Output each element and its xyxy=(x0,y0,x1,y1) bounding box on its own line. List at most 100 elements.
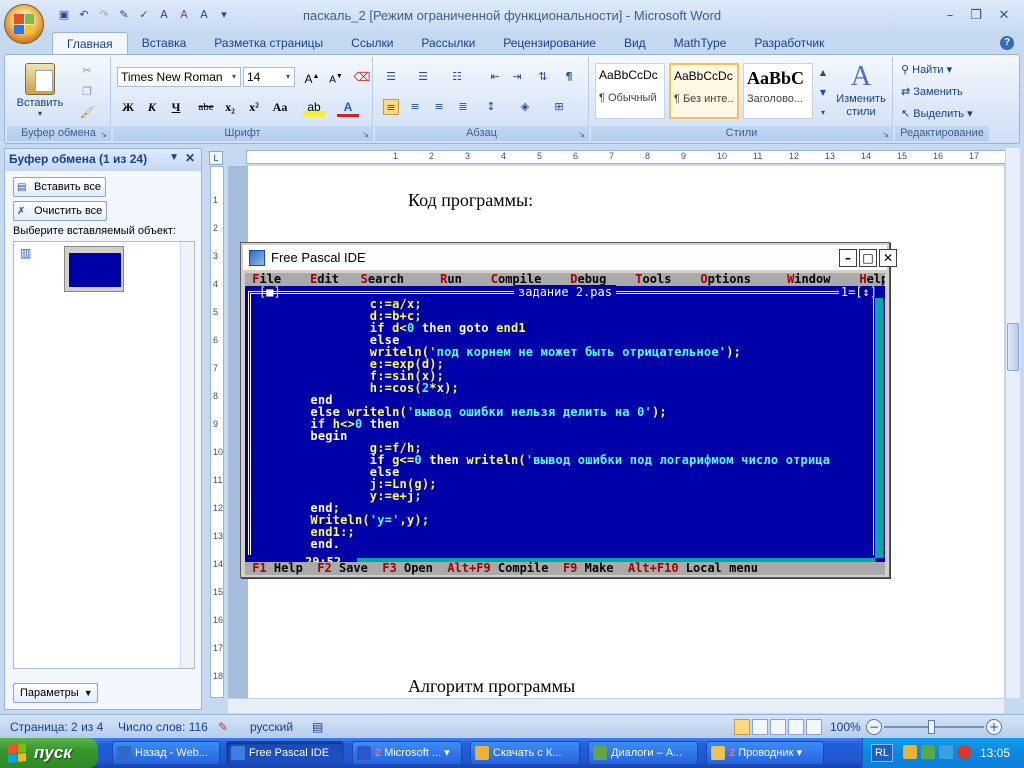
fp-status-item[interactable]: F9 Make xyxy=(563,561,614,575)
bullets-icon[interactable]: ☰ xyxy=(383,69,399,85)
sort-icon[interactable]: ⇅ xyxy=(535,69,551,85)
fp-menu-item[interactable]: Window xyxy=(787,273,830,286)
style-no-spacing[interactable]: AaBbCcDc ¶ Без инте... xyxy=(669,63,739,119)
clock[interactable]: 13:05 xyxy=(980,746,1010,760)
shrink-font-icon[interactable]: A▼ xyxy=(325,67,347,87)
start-button[interactable]: пуск xyxy=(0,738,98,768)
paste-all-button[interactable]: ▤ Вставить все xyxy=(13,177,107,197)
tray-network-icon[interactable] xyxy=(921,745,935,759)
page-count[interactable]: Страница: 2 из 4 xyxy=(10,720,103,734)
italic-button[interactable]: К xyxy=(141,97,163,117)
bold-button[interactable]: Ж xyxy=(117,97,139,117)
tab-references[interactable]: Ссылки xyxy=(337,32,407,54)
styles-scroll-down-icon[interactable]: ▼ xyxy=(815,85,831,101)
find-button[interactable]: ⚲ Найти ▾ xyxy=(901,63,952,76)
format-painter-icon[interactable]: 🖌 xyxy=(79,105,95,121)
fp-window-number[interactable]: 1=[↕] xyxy=(838,286,877,298)
full-screen-reading-icon[interactable] xyxy=(752,719,768,735)
tab-review[interactable]: Рецензирование xyxy=(489,32,610,54)
proofing-icon[interactable]: ✎ xyxy=(218,720,228,734)
draft-icon[interactable] xyxy=(806,719,822,735)
zoom-slider-thumb[interactable] xyxy=(928,720,935,734)
fp-status-item[interactable]: F3 Open xyxy=(382,561,433,575)
fp-menu-item[interactable]: Options xyxy=(700,273,751,286)
increase-indent-icon[interactable]: ⇥ xyxy=(509,69,525,85)
options-button[interactable]: Параметры ▼ xyxy=(13,683,98,703)
align-left-icon[interactable]: ≡ xyxy=(383,99,399,115)
tab-developer[interactable]: Разработчик xyxy=(740,32,838,54)
fp-vertical-scrollbar[interactable] xyxy=(875,298,883,558)
taskbar-button[interactable]: Назад - Web... xyxy=(112,741,220,765)
language-bar[interactable]: RL xyxy=(871,744,893,762)
vertical-ruler-scale[interactable]: 1 2 3 4 5 6 7 8 9 10 11 12 13 14 15 16 17 18 xyxy=(210,166,224,698)
fp-menu-item[interactable]: Tools xyxy=(635,273,671,286)
fp-status-item[interactable]: F1 Help xyxy=(252,561,303,575)
dialog-launcher-icon[interactable]: ↘ xyxy=(100,130,107,139)
clear-format-icon[interactable]: ⌫ xyxy=(351,67,373,87)
close-icon[interactable]: ✕ xyxy=(185,151,195,165)
web-layout-icon[interactable] xyxy=(770,719,786,735)
dialog-launcher-icon[interactable]: ↘ xyxy=(882,130,889,139)
macro-record-icon[interactable]: ▤ xyxy=(312,720,323,734)
scrollbar-thumb[interactable] xyxy=(1007,323,1019,371)
zoom-out-icon[interactable]: − xyxy=(866,719,882,735)
close-icon[interactable]: ✕ xyxy=(994,8,1014,24)
style-normal[interactable]: AaBbCcDc ¶ Обычный xyxy=(595,63,665,119)
maximize-icon[interactable]: □ xyxy=(859,249,877,267)
tab-home[interactable]: Главная xyxy=(52,32,128,54)
underline-button[interactable]: Ч xyxy=(165,97,187,117)
dialog-launcher-icon[interactable]: ↘ xyxy=(362,130,369,139)
tab-mathtype[interactable]: MathType xyxy=(660,32,741,54)
task-pane-scrollbar[interactable] xyxy=(180,242,194,668)
tab-mailings[interactable]: Рассылки xyxy=(407,32,489,54)
style-heading[interactable]: AaBbC Заголово... xyxy=(743,63,813,119)
subscript-button[interactable]: x₂ xyxy=(219,97,241,117)
taskbar-button[interactable]: Диалоги – А... xyxy=(588,741,698,765)
word-count[interactable]: Число слов: 116 xyxy=(118,720,208,734)
superscript-button[interactable]: x² xyxy=(243,97,265,117)
horizontal-ruler-scale[interactable]: 1 2 3 4 5 6 7 8 9 10 11 12 13 14 15 16 17 xyxy=(246,150,1006,164)
fp-status-item[interactable]: Alt+F10 Local menu xyxy=(628,561,758,575)
fp-menu-item[interactable]: Search xyxy=(361,273,404,286)
taskbar-button[interactable]: 2 Microsoft ... ▾ xyxy=(352,741,462,765)
tab-insert[interactable]: Вставка xyxy=(128,32,201,54)
replace-button[interactable]: ⇄ Заменить xyxy=(901,85,963,98)
tray-sound-icon[interactable] xyxy=(939,745,953,759)
zoom-level[interactable]: 100% xyxy=(830,720,861,734)
font-color-icon[interactable]: A xyxy=(337,97,359,117)
fp-menu-item[interactable]: Edit xyxy=(310,273,339,286)
highlight-color-icon[interactable]: ab xyxy=(303,97,325,117)
tab-page-layout[interactable]: Разметка страницы xyxy=(200,32,337,54)
vertical-scrollbar[interactable] xyxy=(1005,148,1020,698)
fp-status-item[interactable]: F2 Save xyxy=(317,561,368,575)
tray-app-icon[interactable] xyxy=(903,745,917,759)
styles-more-icon[interactable]: ▾ xyxy=(815,105,831,121)
language-indicator[interactable]: русский xyxy=(250,720,293,734)
taskbar-button[interactable]: Скачать с К... xyxy=(470,741,580,765)
pilcrow-icon[interactable]: ¶ xyxy=(561,69,577,85)
align-right-icon[interactable]: ≡ xyxy=(431,99,447,115)
grow-font-icon[interactable]: A▲ xyxy=(301,67,323,87)
zoom-in-icon[interactable]: + xyxy=(986,719,1002,735)
free-pascal-window[interactable]: Free Pascal IDE – □ ✕ File Edit Search R… xyxy=(240,242,897,578)
styles-scroll-up-icon[interactable]: ▲ xyxy=(815,65,831,81)
align-center-icon[interactable]: ≡ xyxy=(407,99,423,115)
select-button[interactable]: ↖ Выделить ▾ xyxy=(901,107,973,120)
font-name-select[interactable]: Times New Roman ▾ xyxy=(117,67,241,87)
office-button[interactable] xyxy=(4,4,44,44)
close-icon[interactable]: ✕ xyxy=(879,249,897,267)
change-case-button[interactable]: Aa xyxy=(269,97,291,117)
shading-icon[interactable]: ◈ xyxy=(517,99,533,115)
tab-view[interactable]: Вид xyxy=(610,32,660,54)
decrease-indent-icon[interactable]: ⇤ xyxy=(487,69,503,85)
pane-options-icon[interactable]: ▼ xyxy=(169,152,179,163)
change-styles-button[interactable]: A Изменить стили xyxy=(831,61,891,119)
fp-menu-item[interactable]: Run xyxy=(440,273,462,286)
taskbar-button[interactable]: 2 Проводник ▾ xyxy=(706,741,824,765)
outline-icon[interactable] xyxy=(788,719,804,735)
cut-icon[interactable]: ✂ xyxy=(79,63,95,79)
clear-all-button[interactable]: ✗ Очистить все xyxy=(13,201,108,221)
help-icon[interactable]: ? xyxy=(1000,36,1014,50)
strikethrough-button[interactable]: abe xyxy=(195,97,217,117)
print-layout-icon[interactable] xyxy=(734,719,750,735)
